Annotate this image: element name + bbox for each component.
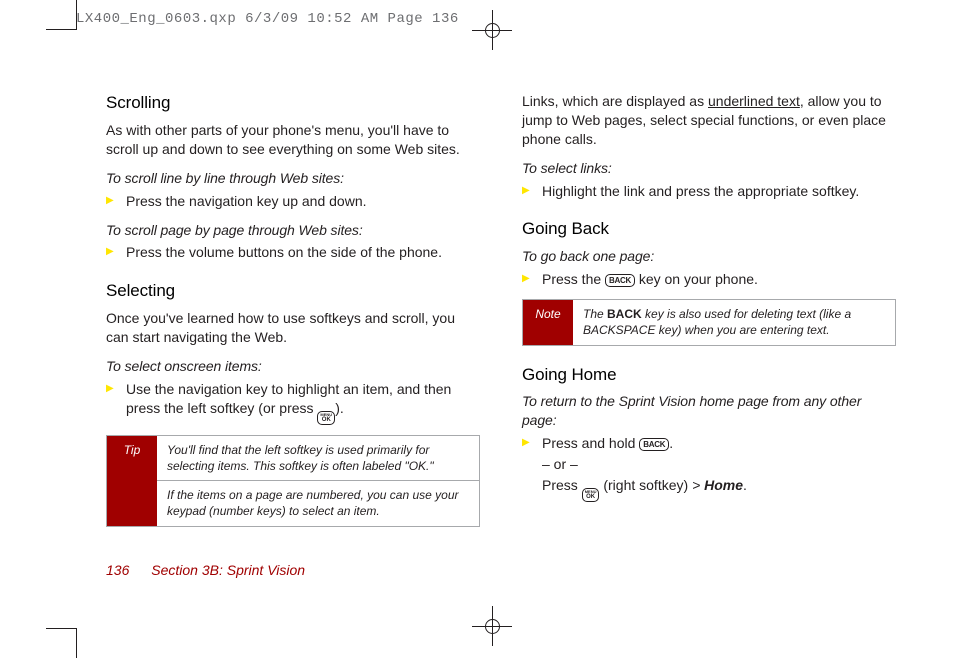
page-number: 136 xyxy=(106,562,129,578)
step-item: Press and hold BACK. – or – Press MENUOK… xyxy=(522,434,896,502)
text: Press and hold xyxy=(542,435,639,451)
menu-ok-key-icon: MENUOK xyxy=(317,411,335,425)
text: You'll find that the left softkey is use… xyxy=(167,443,434,473)
page-body: Scrolling As with other parts of your ph… xyxy=(106,92,896,537)
section-title: Section 3B: Sprint Vision xyxy=(151,562,305,578)
note-callout: Note The BACK key is also used for delet… xyxy=(522,299,896,345)
back-key-icon: BACK xyxy=(605,274,635,287)
step-item: Press the navigation key up and down. xyxy=(106,192,480,211)
crop-mark xyxy=(46,29,76,30)
left-column: Scrolling As with other parts of your ph… xyxy=(106,92,480,537)
text: Use the navigation key to highlight an i… xyxy=(126,381,451,416)
registration-mark xyxy=(485,619,500,634)
step-item: Highlight the link and press the appropr… xyxy=(522,182,896,201)
text: . xyxy=(669,435,673,451)
text: ). xyxy=(335,400,344,416)
text: The xyxy=(583,307,607,321)
paragraph: Once you've learned how to use softkeys … xyxy=(106,309,480,347)
registration-mark xyxy=(485,23,500,38)
subheading: To select onscreen items: xyxy=(106,357,480,376)
registration-mark xyxy=(472,626,512,627)
heading-going-back: Going Back xyxy=(522,218,896,241)
heading-selecting: Selecting xyxy=(106,280,480,303)
paragraph: Links, which are displayed as underlined… xyxy=(522,92,896,149)
menu-ok-key-icon: MENUOK xyxy=(582,488,600,502)
text: Press the xyxy=(542,271,605,287)
text-bold: BACK xyxy=(607,307,642,321)
step-item: Press the volume buttons on the side of … xyxy=(106,243,480,262)
print-header: LX400_Eng_0603.qxp 6/3/09 10:52 AM Page … xyxy=(76,11,459,27)
subheading: To scroll line by line through Web sites… xyxy=(106,169,480,188)
step-item: Press the BACK key on your phone. xyxy=(522,270,896,289)
right-column: Links, which are displayed as underlined… xyxy=(522,92,896,537)
text: Press xyxy=(542,477,582,493)
registration-mark xyxy=(472,30,512,31)
note-text: The BACK key is also used for deleting t… xyxy=(573,300,895,344)
subheading: To return to the Sprint Vision home page… xyxy=(522,392,896,430)
heading-scrolling: Scrolling xyxy=(106,92,480,115)
tip-label: Tip xyxy=(107,436,157,526)
text: key on your phone. xyxy=(635,271,758,287)
tip-text: You'll find that the left softkey is use… xyxy=(157,436,479,526)
text: Links, which are displayed as xyxy=(522,93,708,109)
subheading: To go back one page: xyxy=(522,247,896,266)
step-item: Use the navigation key to highlight an i… xyxy=(106,380,480,425)
text: (right softkey) xyxy=(599,477,692,493)
page-footer: 136 Section 3B: Sprint Vision xyxy=(106,562,305,578)
divider xyxy=(157,480,479,481)
registration-mark xyxy=(492,10,493,50)
note-label: Note xyxy=(523,300,573,344)
text: If the items on a page are numbered, you… xyxy=(167,488,459,518)
subheading: To select links: xyxy=(522,159,896,178)
tip-callout: Tip You'll find that the left softkey is… xyxy=(106,435,480,527)
text: . xyxy=(743,477,747,493)
back-key-icon: BACK xyxy=(639,438,669,451)
text-bold-italic: Home xyxy=(700,477,743,493)
heading-going-home: Going Home xyxy=(522,364,896,387)
crop-mark xyxy=(46,628,76,629)
subheading: To scroll page by page through Web sites… xyxy=(106,221,480,240)
registration-mark xyxy=(492,606,493,646)
crop-mark xyxy=(76,628,77,658)
or-divider: – or – xyxy=(542,455,896,474)
underlined-text: underlined text xyxy=(708,93,800,109)
paragraph: As with other parts of your phone's menu… xyxy=(106,121,480,159)
